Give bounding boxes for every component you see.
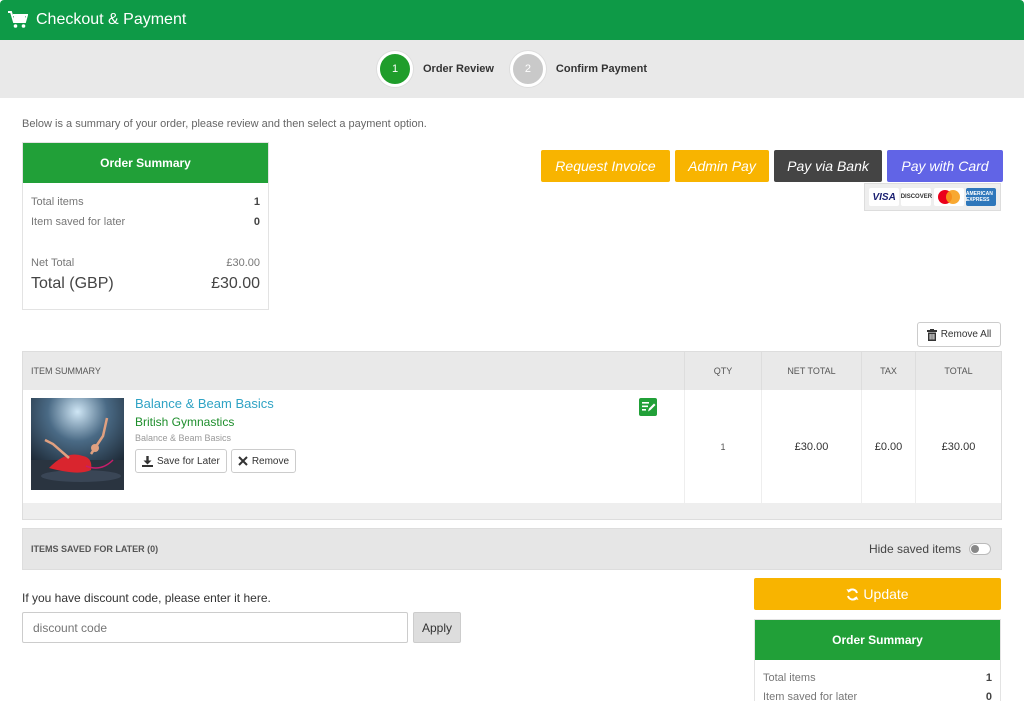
refresh-icon: [846, 588, 859, 600]
col-total: TOTAL: [944, 366, 973, 376]
summary-row-net-total: Net Total £30.00: [23, 257, 268, 269]
item-total: £30.00: [941, 440, 976, 453]
trash-icon: [926, 328, 937, 341]
intro-text: Below is a summary of your order, please…: [22, 118, 427, 130]
hide-saved-items: Hide saved items: [869, 542, 991, 556]
summary-row-total-items: Total items 1: [23, 196, 268, 208]
table-footer: [23, 503, 1001, 519]
checkout-stepper: 1 Order Review 2 Confirm Payment: [0, 40, 1024, 98]
discount-label: If you have discount code, please enter …: [22, 591, 271, 605]
item-actions: Save for Later Remove: [135, 449, 297, 473]
item-info: Balance & Beam Basics British Gymnastics…: [135, 396, 297, 473]
save-for-later-button[interactable]: Save for Later: [135, 449, 227, 473]
summary-value: 0: [253, 216, 260, 228]
hide-saved-items-label: Hide saved items: [868, 542, 961, 556]
table-header: ITEM SUMMARY QTY NET TOTAL TAX TOTAL: [23, 352, 1001, 390]
request-invoice-button[interactable]: Request Invoice: [541, 150, 670, 182]
summary-total-label: Total (GBP): [31, 275, 114, 292]
remove-all-button[interactable]: Remove All: [917, 322, 1001, 347]
step-order-review[interactable]: 1 Order Review: [377, 51, 494, 87]
summary-value: 0: [985, 691, 992, 701]
net-total-cell: £30.00: [762, 390, 862, 503]
item-qty: 1: [720, 441, 726, 452]
pay-via-bank-button[interactable]: Pay via Bank: [774, 150, 882, 182]
item-table: ITEM SUMMARY QTY NET TOTAL TAX TOTAL Bal…: [22, 351, 1002, 520]
col-qty: QTY: [685, 352, 762, 390]
step-confirm-payment[interactable]: 2 Confirm Payment: [509, 51, 647, 87]
checkout-header: Checkout & Payment: [0, 0, 1024, 40]
update-button[interactable]: Update: [754, 578, 1001, 610]
summary-label: Total items: [31, 196, 84, 208]
pay-with-card-button[interactable]: Pay with Card: [887, 150, 1003, 182]
item-image[interactable]: [31, 398, 124, 490]
discount-code-input[interactable]: [22, 612, 408, 643]
payment-options: Request Invoice Admin Pay Pay via Bank P…: [541, 150, 1003, 182]
saved-items-bar: ITEMS SAVED FOR LATER (0) Hide saved ite…: [22, 528, 1002, 570]
amex-logo-icon: AMERICAN EXPRESS: [965, 188, 996, 206]
item-title-link[interactable]: Balance & Beam Basics: [135, 396, 296, 411]
item-cell: Balance & Beam Basics British Gymnastics…: [23, 390, 685, 503]
order-summary-title-2: Order Summary: [755, 620, 1000, 660]
visa-logo-icon: VISA: [869, 188, 900, 206]
summary-label: Item saved for later: [31, 216, 126, 228]
save-for-later-label: Save for Later: [157, 455, 220, 467]
shopping-cart-icon: [8, 11, 28, 28]
summary-row-saved: Item saved for later 0: [23, 216, 268, 228]
step-number: 1: [377, 51, 413, 87]
summary-value: 1: [985, 672, 992, 684]
item-tax: £0.00: [874, 440, 903, 453]
mastercard-logo-icon: [933, 188, 964, 206]
edit-icon[interactable]: [639, 398, 657, 416]
qty-cell: 1: [685, 390, 762, 503]
col-tax: TAX: [862, 352, 916, 390]
item-subtitle: Balance & Beam Basics: [135, 433, 232, 443]
discover-logo-icon: DISCOVER: [901, 188, 932, 206]
remove-item-button[interactable]: Remove: [230, 449, 297, 473]
summary-value: £30.00: [226, 257, 260, 269]
col-net-total: NET TOTAL: [762, 352, 862, 390]
item-net-total: £30.00: [794, 440, 829, 453]
step-number: 2: [509, 51, 546, 87]
item-organisation: British Gymnastics: [135, 415, 235, 429]
summary-label: Item saved for later: [763, 691, 858, 701]
step-label: Order Review: [423, 63, 494, 75]
page-title: Checkout & Payment: [36, 11, 187, 28]
update-label: Update: [863, 586, 909, 602]
summary-total-value: £30.00: [211, 275, 260, 292]
summary-row-saved: Item saved for later 0: [755, 691, 1000, 701]
card-logos: VISA DISCOVER AMERICAN EXPRESS: [864, 183, 1001, 211]
col-item-summary: ITEM SUMMARY: [23, 352, 685, 390]
saved-items-label: ITEMS SAVED FOR LATER (0): [31, 544, 159, 554]
close-icon: [238, 456, 248, 466]
summary-value: 1: [253, 196, 260, 208]
order-summary-title: Order Summary: [23, 143, 268, 183]
order-summary-card: Order Summary Total items 1 Item saved f…: [22, 142, 269, 310]
summary-label: Net Total: [31, 257, 75, 269]
step-label: Confirm Payment: [555, 63, 647, 75]
summary-row-total: Total (GBP) £30.00: [23, 275, 268, 293]
hide-saved-items-toggle[interactable]: [969, 543, 991, 555]
apply-discount-button[interactable]: Apply: [413, 612, 461, 643]
order-summary-card-2: Order Summary Total items 1 Item saved f…: [754, 619, 1001, 701]
total-cell: £30.00: [916, 390, 1001, 503]
remove-item-label: Remove: [251, 455, 290, 467]
summary-label: Total items: [763, 672, 816, 684]
tax-cell: £0.00: [862, 390, 916, 503]
admin-pay-button[interactable]: Admin Pay: [675, 150, 769, 182]
remove-all-label: Remove All: [940, 329, 992, 340]
table-row: Balance & Beam Basics British Gymnastics…: [23, 390, 1001, 503]
summary-row-total-items: Total items 1: [755, 672, 1000, 684]
download-icon: [142, 455, 153, 467]
